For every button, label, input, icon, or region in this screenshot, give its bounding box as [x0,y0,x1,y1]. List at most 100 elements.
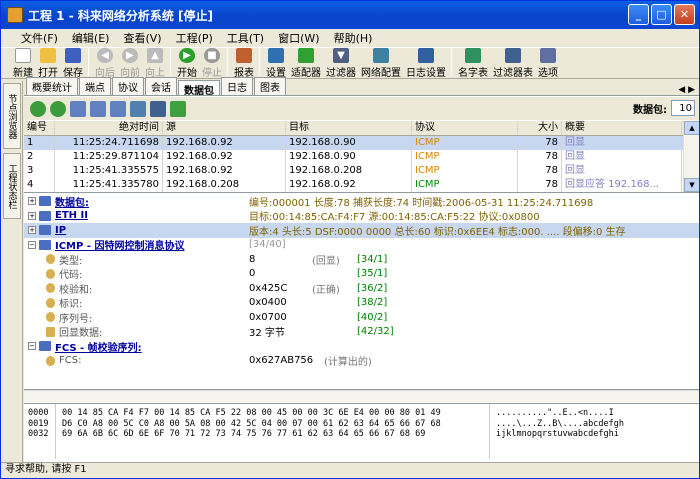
hex-line: 00 14 85 CA F4 F7 00 14 85 CA F5 22 08 0… [62,408,441,418]
filtertable-button[interactable]: 过滤器表 [493,48,533,79]
up-button[interactable]: ▲ 向上 [145,48,165,79]
hex-offsets: 0000 0019 0032 [24,404,56,459]
table-row[interactable]: 3 11:25:41.335575 192.168.0.92 192.168.0… [24,164,699,178]
cell-dst: 192.168.0.208 [286,164,412,178]
col-protocol[interactable]: 协议 [412,121,518,135]
tab-protocols[interactable]: 协议 [112,77,144,95]
netconfig-button[interactable]: 网络配置 [361,48,401,79]
menu-tools[interactable]: 工具(T) [227,30,264,46]
tab-logs[interactable]: 日志 [221,77,253,95]
menu-help[interactable]: 帮助(H) [334,30,373,46]
options-button[interactable]: 选项 [538,48,558,79]
expand-icon[interactable]: + [28,226,36,235]
forward-nav-icon[interactable] [50,100,66,117]
decode-hscrollbar[interactable] [24,390,699,402]
ip-info: 版本:4 头长:5 DSF:0000 0000 总长:60 标识:0x6EE4 … [249,226,626,238]
hex-bytes[interactable]: 00 14 85 CA F4 F7 00 14 85 CA F5 22 08 0… [56,404,490,459]
tree-row-fcs[interactable]: − FCS - 帧校验序列: [24,339,699,354]
new-button[interactable]: 新建 [13,48,33,79]
packet-count-value: 10 [671,100,695,116]
tab-node-browser[interactable]: 节点浏览器 [3,83,21,149]
tree-row-field[interactable]: 回显数据: 32 字节 [42/32] [24,325,699,339]
packet-list: 编号 绝对时间 源 目标 协议 大小 概要 1 11:25:24.711698 … [24,121,699,193]
tree-row-field[interactable]: 代码: 0 [35/1] [24,267,699,281]
layout-list-icon[interactable] [70,100,86,117]
tree-row-eth[interactable]: + ETH II 目标:00:14:85:CA:F4:F7 源:00:14:85… [24,209,699,223]
tree-row-field[interactable]: 序列号: 0x0700 [40/2] [24,310,699,325]
report-button[interactable]: 报表 [234,48,254,79]
stop-button[interactable]: ■ 停止 [202,48,222,79]
open-folder-icon [40,48,56,63]
col-time[interactable]: 绝对时间 [55,121,163,135]
maximize-button[interactable]: □ [651,4,672,25]
col-summary[interactable]: 概要 [562,121,682,135]
menu-file[interactable]: 文件(F) [21,30,58,46]
filter-dropdown-icon[interactable] [150,100,166,117]
menu-bar: 文件(F) 编辑(E) 查看(V) 工程(P) 工具(T) 窗口(W) 帮助(H… [1,29,699,47]
tree-row-field[interactable]: FCS: 0x627AB756 (计算出的) [24,354,699,368]
hex-ascii[interactable]: .........."..E..<n....I ....\...Z..B\...… [490,404,624,459]
forward-button[interactable]: ▶ 向前 [120,48,140,79]
save-button[interactable]: 保存 [63,48,83,79]
dictionary-button[interactable]: 名字表 [458,48,488,79]
status-bar: 寻求帮助, 请按 F1 [1,462,699,478]
cell-proto: ICMP [412,178,518,192]
col-destination[interactable]: 目标 [286,121,412,135]
logsettings-button[interactable]: 日志设置 [406,48,446,79]
back-button[interactable]: ◀ 向后 [95,48,115,79]
scroll-up-arrow[interactable]: ▲ [684,121,699,135]
col-number[interactable]: 编号 [24,121,55,135]
menu-project[interactable]: 工程(P) [176,30,213,46]
tree-row-field[interactable]: 类型: 8 (回显) [34/1] [24,252,699,267]
layout-tree-icon[interactable] [90,100,106,117]
decode-options-icon[interactable] [130,100,146,117]
tree-row-icmp[interactable]: − ICMP - 因特网控制消息协议 [34/40] [24,238,699,253]
tab-endpoints[interactable]: 端点 [79,77,111,95]
icmp-header: ICMP - 因特网控制消息协议 [55,241,185,253]
field-label: 类型: [59,255,83,267]
close-button[interactable]: ✕ [674,4,695,25]
tree-row-ip[interactable]: + IP 版本:4 头长:5 DSF:0000 0000 总长:60 标识:0x… [24,223,699,238]
refresh-icon[interactable] [170,100,186,117]
packet-list-header: 编号 绝对时间 源 目标 协议 大小 概要 [24,121,699,136]
cell-dst: 192.168.0.90 [286,150,412,164]
filter-button[interactable]: ▼ 过滤器 [326,48,356,79]
tab-project-status[interactable]: 工程状态栏 [3,153,21,219]
back-nav-icon[interactable] [30,100,46,117]
packet-list-scrollbar[interactable]: ▲ ▼ [683,121,699,192]
tab-summary[interactable]: 概要统计 [26,77,78,95]
col-source[interactable]: 源 [163,121,286,135]
tab-packets[interactable]: 数据包 [178,80,220,97]
settings-button[interactable]: 设置 [266,48,286,79]
field-icon [46,355,55,366]
tab-charts[interactable]: 图表 [254,77,286,95]
menu-window[interactable]: 窗口(W) [278,30,319,46]
tree-row-field[interactable]: 校验和: 0x425C (正确) [36/2] [24,281,699,296]
tab-scroll-arrows[interactable]: ◀ ▶ [678,85,695,95]
collapse-icon[interactable]: − [28,342,36,351]
scroll-down-arrow[interactable]: ▼ [684,178,699,192]
open-button[interactable]: 打开 [38,48,58,79]
start-button[interactable]: ▶ 开始 [177,48,197,79]
tab-sessions[interactable]: 会话 [145,77,177,95]
table-row[interactable]: 2 11:25:29.871104 192.168.0.92 192.168.0… [24,150,699,164]
title-bar[interactable]: 工程 1 - 科来网络分析系统 [停止] _ □ ✕ [1,1,699,29]
field-icon [46,312,55,323]
tree-row-packet[interactable]: + 数据包: 编号:000001 长度:78 捕获长度:74 时间戳:2006-… [24,194,699,209]
expand-icon[interactable]: + [28,211,36,220]
table-row[interactable]: 4 11:25:41.335780 192.168.0.208 192.168.… [24,178,699,192]
app-icon [7,7,23,23]
network-icon [373,48,389,63]
minimize-button[interactable]: _ [628,4,649,25]
layout-hex-icon[interactable] [110,100,126,117]
cell-no: 3 [24,164,55,178]
menu-view[interactable]: 查看(V) [123,30,161,46]
table-row[interactable]: 1 11:25:24.711698 192.168.0.92 192.168.0… [24,136,699,150]
filter-table-icon [505,48,521,63]
col-size[interactable]: 大小 [518,121,562,135]
menu-edit[interactable]: 编辑(E) [72,30,110,46]
collapse-icon[interactable]: − [28,240,36,249]
adapter-button[interactable]: 适配器 [291,48,321,79]
tree-row-field[interactable]: 标识: 0x0400 [38/2] [24,296,699,310]
expand-icon[interactable]: + [28,197,36,206]
